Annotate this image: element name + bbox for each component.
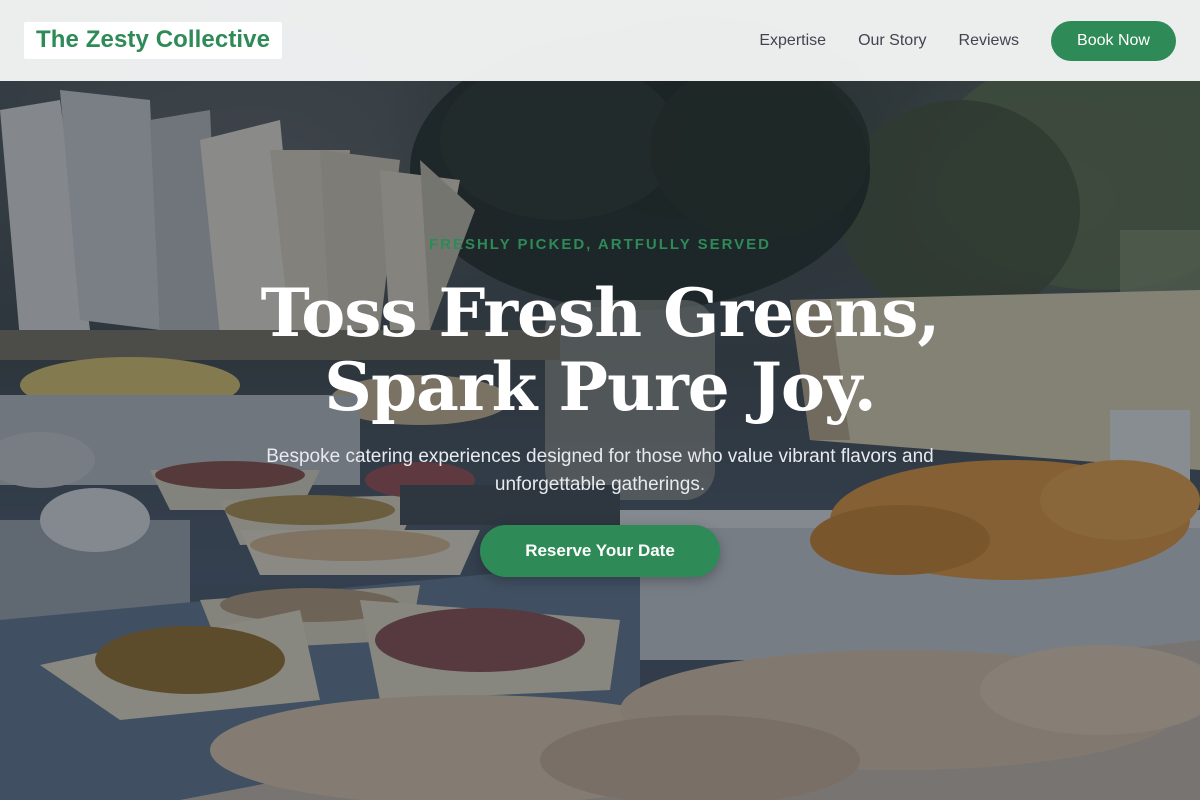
hero-eyebrow: FRESHLY PICKED, ARTFULLY SERVED xyxy=(428,236,772,253)
brand-logo[interactable]: The Zesty Collective xyxy=(24,22,283,59)
reserve-date-button[interactable]: Reserve Your Date xyxy=(480,525,720,577)
nav-link-our-story[interactable]: Our Story xyxy=(858,32,926,50)
main-nav: Expertise Our Story Reviews Book Now xyxy=(759,20,1176,61)
hero-subtext: Bespoke catering experiences designed fo… xyxy=(266,446,934,495)
hero-headline: Toss Fresh Greens, Spark Pure Joy. xyxy=(260,274,941,426)
nav-link-expertise[interactable]: Expertise xyxy=(759,32,826,50)
book-now-button[interactable]: Book Now xyxy=(1051,20,1176,61)
nav-link-reviews[interactable]: Reviews xyxy=(959,32,1019,50)
top-navbar: The Zesty Collective Expertise Our Story… xyxy=(0,0,1200,81)
